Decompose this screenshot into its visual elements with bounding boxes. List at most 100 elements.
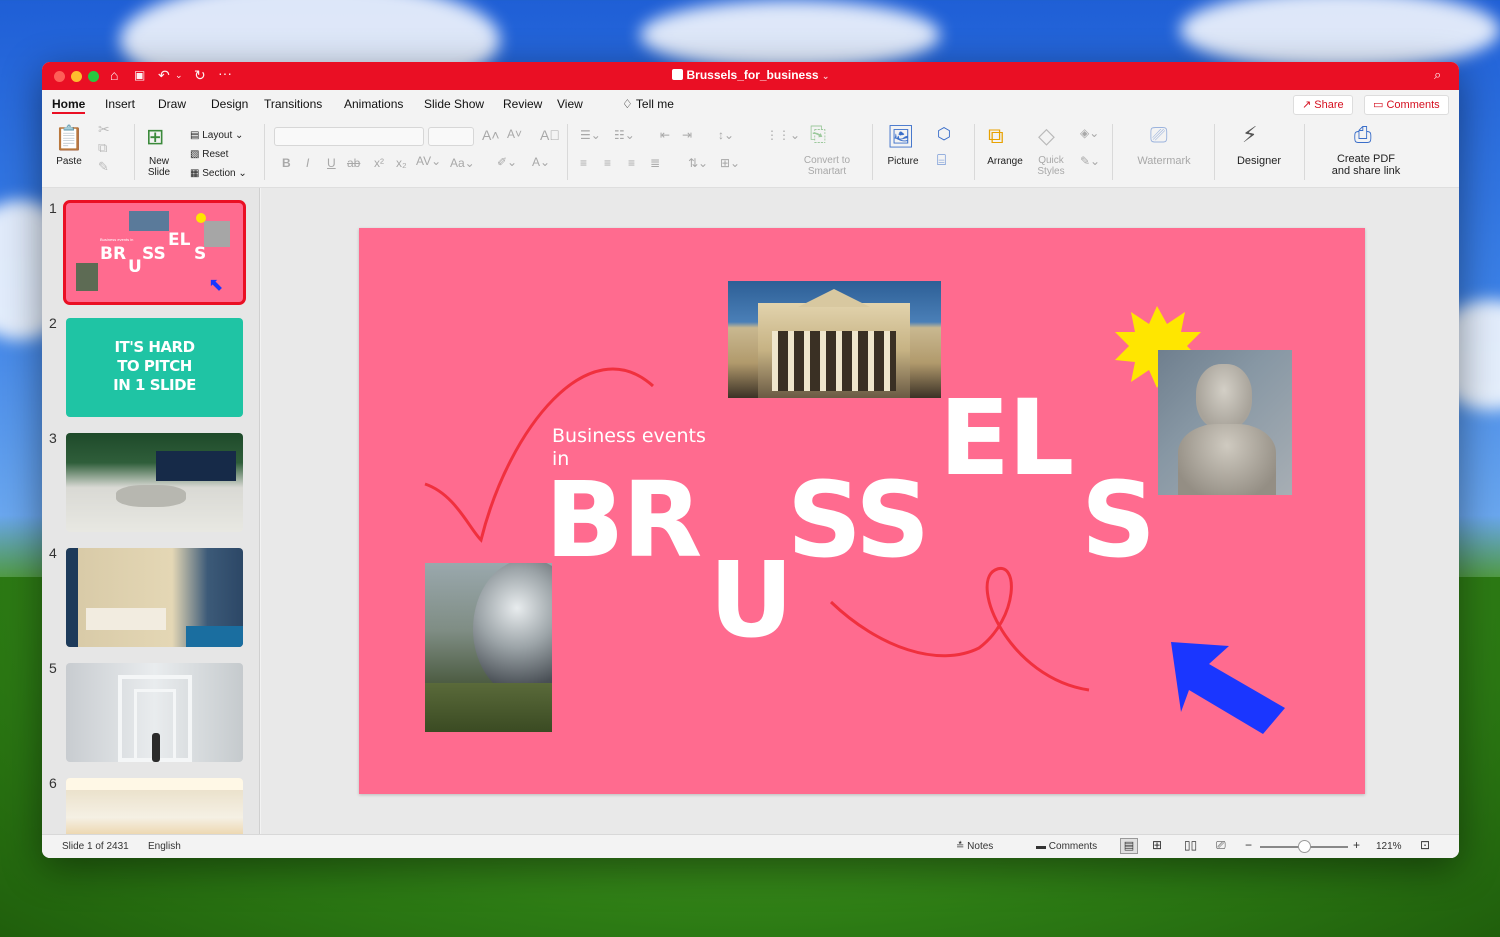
strikethrough-icon[interactable]: ab (347, 156, 360, 170)
underline-icon[interactable]: U (327, 156, 336, 170)
shape-fill-icon[interactable]: ◈⌄ (1080, 126, 1099, 140)
highlight-icon[interactable]: ✐⌄ (497, 155, 517, 169)
slide-thumbnail-2[interactable]: IT'S HARD TO PITCH IN 1 SLIDE (66, 318, 243, 417)
tab-home[interactable]: Home (52, 97, 86, 114)
subscript-icon[interactable]: x₂ (396, 156, 407, 170)
new-slide-icon: ⊞ (146, 124, 165, 149)
tab-animations[interactable]: Animations (344, 97, 403, 111)
increase-indent-icon[interactable]: ⇥ (682, 128, 692, 142)
font-name-select[interactable] (274, 127, 424, 146)
justify-icon[interactable]: ≣ (650, 156, 660, 170)
normal-view-icon[interactable]: ▤ (1120, 838, 1138, 854)
slide-thumbnail-5[interactable] (66, 663, 243, 762)
comments-status-button[interactable]: ▬ Comments (1036, 841, 1097, 852)
line-spacing-icon[interactable]: ↕⌄ (718, 128, 734, 142)
columns-icon[interactable]: ⋮⋮⌄ (766, 128, 800, 142)
slide-sorter-icon[interactable]: ⊞ (1152, 838, 1162, 852)
comments-button[interactable]: ▭ Comments (1364, 95, 1449, 115)
tab-review[interactable]: Review (503, 97, 542, 111)
thumb-slide2-text: IT'S HARD (114, 338, 195, 356)
slide-thumbnails-pane[interactable]: 1 Business events in BR U SS EL S ⬆ 2 IT… (42, 188, 260, 834)
thumb-slide2-text: TO PITCH (117, 357, 192, 375)
red-loop-line (829, 566, 1090, 692)
shapes-icon[interactable]: ⬡ (937, 124, 951, 144)
reading-view-icon[interactable]: ▯▯ (1184, 838, 1197, 852)
change-case-icon[interactable]: Aa⌄ (450, 156, 475, 170)
text-direction-icon[interactable]: ⇅⌄ (688, 156, 708, 170)
search-icon[interactable]: ⌕ (1434, 67, 1441, 83)
character-spacing-icon[interactable]: AV⌄ (416, 154, 441, 168)
shape-outline-icon[interactable]: ✎⌄ (1080, 154, 1100, 168)
superscript-icon[interactable]: x² (374, 156, 384, 170)
align-center-icon[interactable]: ≡ (604, 156, 611, 170)
notes-button[interactable]: ≛ Notes (956, 841, 993, 852)
ribbon: 📋 Paste ✂ ⧉ ✎ ⊞ New Slide ▤ Layout ⌄ ▧ R… (42, 118, 1459, 188)
zoom-in-icon[interactable]: + (1353, 838, 1360, 852)
slide-editor-canvas[interactable]: Business events in BR U SS EL S (261, 188, 1459, 834)
notes-icon: ≛ (956, 841, 965, 852)
tab-view[interactable]: View (557, 97, 583, 111)
slideshow-view-icon[interactable]: ⎚ (1216, 838, 1226, 853)
font-size-select[interactable] (428, 127, 474, 146)
bold-icon[interactable]: B (282, 156, 291, 170)
align-text-icon[interactable]: ⊞⌄ (720, 156, 740, 170)
tab-slide-show[interactable]: Slide Show (424, 97, 484, 111)
copy-icon[interactable]: ⧉ (98, 140, 107, 156)
tab-design[interactable]: Design (211, 97, 248, 111)
status-bar: Slide 1 of 2431 English ≛ Notes ▬ Commen… (42, 834, 1459, 858)
title-letters-ss[interactable]: SS (787, 468, 930, 572)
designer-icon: ⚡ (1242, 122, 1258, 147)
wallpaper-cloud (1180, 0, 1500, 70)
thumb-arrow-icon: ⬆ (203, 272, 229, 298)
zoom-out-icon[interactable]: − (1245, 838, 1252, 852)
ribbon-separator (872, 124, 873, 180)
slide-thumbnail-4[interactable] (66, 548, 243, 647)
zoom-level[interactable]: 121% (1376, 841, 1402, 852)
comment-icon: ▬ (1036, 841, 1046, 852)
wallpaper-cloud (640, 0, 940, 70)
tab-insert[interactable]: Insert (105, 97, 135, 111)
clipboard-icon: 📋 (54, 125, 84, 152)
format-painter-icon[interactable]: ✎ (98, 159, 109, 175)
font-color-icon[interactable]: A⌄ (532, 155, 550, 169)
title-letters-s[interactable]: S (1081, 468, 1156, 572)
slide-number: 3 (49, 430, 57, 446)
slide-number: 4 (49, 545, 57, 561)
layout-button[interactable]: ▤ Layout ⌄ (190, 130, 243, 141)
reset-button[interactable]: ▧ Reset (190, 149, 228, 160)
slide-counter: Slide 1 of 2431 (62, 841, 129, 852)
decrease-indent-icon[interactable]: ⇤ (660, 128, 670, 142)
document-title[interactable]: Brussels_for_business ⌄ (42, 68, 1459, 82)
align-right-icon[interactable]: ≡ (628, 156, 635, 170)
increase-font-icon[interactable]: A˄ (482, 127, 500, 143)
photo-atomium[interactable] (425, 563, 552, 732)
tab-draw[interactable]: Draw (158, 97, 186, 111)
slide-thumbnail-6[interactable] (66, 778, 243, 834)
align-left-icon[interactable]: ≡ (580, 156, 587, 170)
fit-to-window-icon[interactable]: ⊡ (1420, 838, 1430, 852)
title-letters-br[interactable]: BR (545, 468, 702, 572)
bullets-icon[interactable]: ☰⌄ (580, 128, 601, 142)
photo-statue[interactable] (1158, 350, 1292, 495)
ribbon-separator (1214, 124, 1215, 180)
clear-format-icon[interactable]: A⃥ (540, 127, 560, 143)
current-slide[interactable]: Business events in BR U SS EL S (359, 228, 1365, 794)
slide-thumbnail-3[interactable] (66, 433, 243, 532)
tab-transitions[interactable]: Transitions (264, 97, 322, 111)
cut-icon[interactable]: ✂ (98, 121, 110, 138)
share-button[interactable]: ↗ Share (1293, 95, 1353, 115)
zoom-slider-handle[interactable] (1298, 840, 1311, 853)
photo-stock-exchange[interactable] (728, 281, 941, 398)
title-letters-el[interactable]: EL (939, 386, 1074, 490)
italic-icon[interactable]: I (306, 156, 309, 170)
section-button[interactable]: ▦ Section ⌄ (190, 168, 247, 179)
language-indicator[interactable]: English (148, 841, 181, 852)
slide-number: 6 (49, 775, 57, 791)
title-letters-u[interactable]: U (709, 548, 793, 652)
numbering-icon[interactable]: ☷⌄ (614, 128, 635, 142)
decrease-font-icon[interactable]: A˅ (507, 127, 522, 141)
slide-thumbnail-1[interactable]: Business events in BR U SS EL S ⬆ (63, 200, 246, 305)
section-icon: ▦ (190, 168, 200, 179)
text-box-icon[interactable]: ⌸ (937, 152, 946, 169)
tell-me-search[interactable]: ♢ Tell me (622, 97, 674, 111)
